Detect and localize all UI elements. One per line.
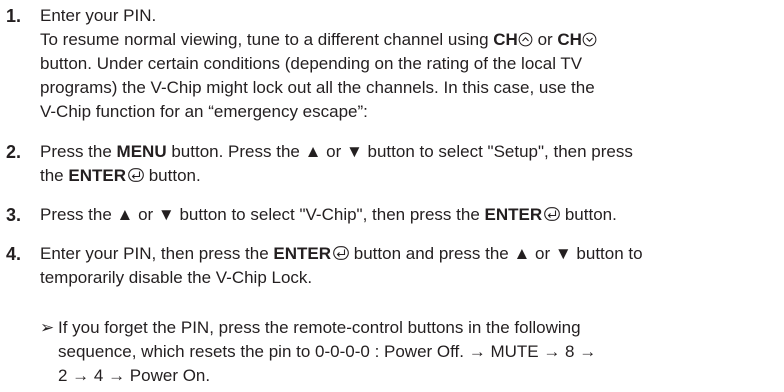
step-number: 3. [6,205,22,225]
step-text: To resume normal viewing, tune to a diff… [40,28,782,52]
note-text: sequence, which resets the pin to 0-0-0-… [58,342,597,361]
note-arrow-icon: ➢ [40,318,55,337]
enter-icon [333,246,349,260]
note-text: ➢ If you forget the PIN, press the remote… [40,316,780,340]
step-text: Press the MENU button. Press the ▲ or ▼ … [40,142,633,161]
manual-page: 1. Enter your PIN. To resume normal view… [0,0,784,392]
note-text: 2 → 4 → Power On. [58,366,211,385]
step-text: programs) the V-Chip might lock out all … [40,78,595,97]
step-number: 4. [6,244,22,264]
chevron-down-circle-icon [582,32,597,47]
step-number: 2. [6,142,22,162]
step-text: button. Under certain conditions (depend… [40,54,583,73]
enter-icon [544,207,560,221]
step-text: Press the ▲ or ▼ button to select "V-Chi… [40,205,617,224]
step-text: temporarily disable the V-Chip Lock. [40,268,313,287]
step-number: 1. [6,6,22,26]
step-text: Enter your PIN, then press the ENTER but… [40,244,643,263]
step-text: Enter your PIN. [40,6,157,25]
step-1: 1. Enter your PIN. To resume normal view… [6,4,782,124]
step-4: 4. Enter your PIN, then press the ENTER … [6,242,782,290]
chevron-up-circle-icon [518,32,533,47]
step-2: 2. Press the MENU button. Press the ▲ or… [6,140,782,188]
step-3: 3. Press the ▲ or ▼ button to select "V-… [6,203,782,227]
step-text: V-Chip function for an “emergency escape… [40,102,368,121]
step-text: the ENTER button. [40,166,201,185]
enter-icon [128,168,144,182]
note: ➢ If you forget the PIN, press the remote… [40,316,780,388]
